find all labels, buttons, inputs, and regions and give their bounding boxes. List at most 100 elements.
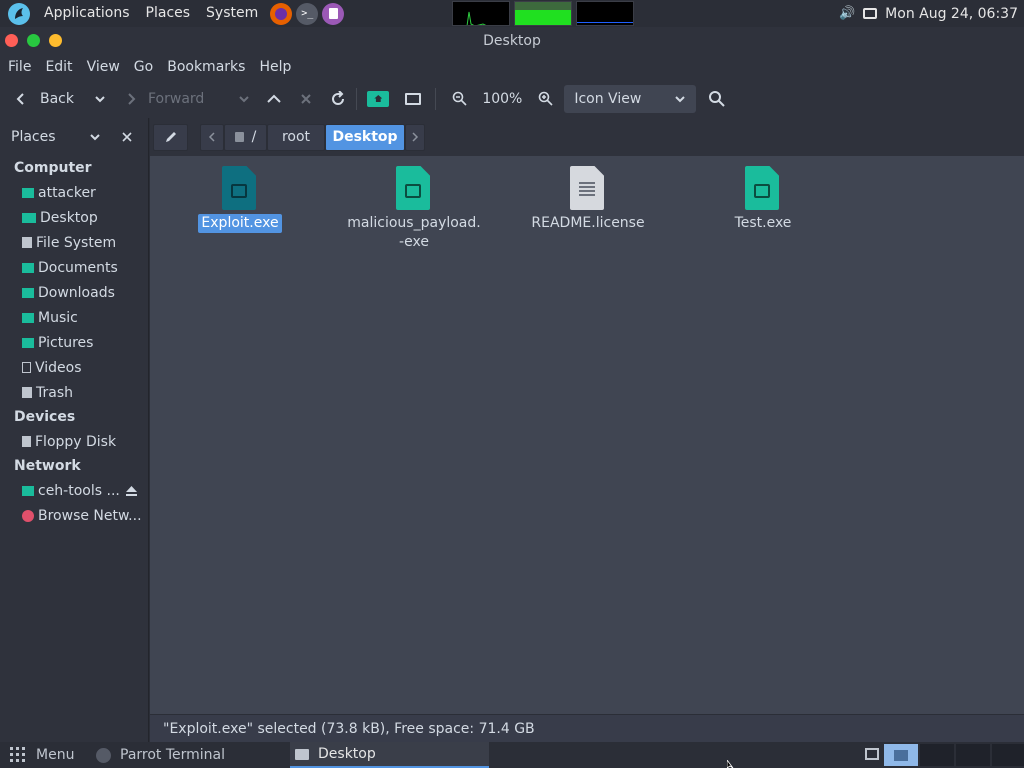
search-icon <box>709 91 726 107</box>
back-button[interactable]: Back <box>0 84 80 114</box>
music-folder-icon <box>22 312 34 323</box>
sidebar-item-label: Floppy Disk <box>35 433 117 450</box>
home-button[interactable] <box>361 84 395 114</box>
close-button[interactable] <box>5 34 18 47</box>
display-icon[interactable] <box>863 8 878 19</box>
sidebar-item-downloads[interactable]: Downloads <box>0 280 148 305</box>
apps-grid-icon <box>10 747 25 762</box>
sidebar-item-desktop[interactable]: Desktop <box>0 205 148 230</box>
window-titlebar[interactable]: Desktop <box>0 27 1024 54</box>
menu-view[interactable]: View <box>80 54 127 80</box>
sidebar-item-file-system[interactable]: File System <box>0 230 148 255</box>
close-sidebar-icon[interactable] <box>122 132 132 142</box>
sidebar-item-pictures[interactable]: Pictures <box>0 330 148 355</box>
reload-button[interactable] <box>324 84 352 114</box>
arrow-left-icon <box>16 93 24 105</box>
close-icon <box>301 94 312 104</box>
sidebar-item-videos[interactable]: Videos <box>0 355 148 380</box>
zoom-in-button[interactable] <box>532 84 560 114</box>
path-segment-root-fs[interactable]: / <box>224 123 267 151</box>
menu-bookmarks[interactable]: Bookmarks <box>160 54 252 80</box>
menu-button[interactable]: Menu <box>10 742 74 768</box>
sidebar-item-label: Desktop <box>40 209 98 226</box>
eject-icon[interactable] <box>126 486 137 496</box>
terminal-icon[interactable]: >_ <box>296 2 319 25</box>
volume-icon[interactable]: 🔊 <box>839 6 855 21</box>
workspace-2[interactable] <box>884 744 918 766</box>
path-scroll-left-button[interactable] <box>200 123 224 151</box>
path-segment-desktop[interactable]: Desktop <box>325 123 405 151</box>
sidebar-item-documents[interactable]: Documents <box>0 255 148 280</box>
executable-file-icon <box>394 166 434 212</box>
sidebar-item-label: ceh-tools ... <box>38 482 120 499</box>
sidebar-item-attacker[interactable]: attacker <box>0 180 148 205</box>
network-monitor-graph[interactable] <box>576 1 635 26</box>
file-item[interactable]: Test.exe <box>688 166 838 233</box>
menu-go[interactable]: Go <box>127 54 160 80</box>
maximize-button[interactable] <box>27 34 40 47</box>
workspace-3[interactable] <box>920 744 954 766</box>
taskbar-item-desktop[interactable]: Desktop <box>290 742 489 768</box>
folder-icon <box>295 748 309 760</box>
sidebar-item-ceh-tools[interactable]: ceh-tools ... <box>0 478 148 503</box>
file-item[interactable]: malicious_payload.-exe <box>339 166 489 252</box>
menu-edit[interactable]: Edit <box>38 54 79 80</box>
applications-menu[interactable]: Applications <box>36 0 138 27</box>
sidebar-item-label: File System <box>36 234 117 251</box>
home-folder-icon <box>22 187 34 198</box>
clock[interactable]: Mon Aug 24, 06:37 <box>885 6 1018 22</box>
taskbar-item-label: Parrot Terminal <box>120 747 226 763</box>
workspace-5[interactable] <box>992 744 1024 766</box>
file-item[interactable]: README.license <box>513 166 663 233</box>
sidebar-item-trash[interactable]: Trash <box>0 380 148 405</box>
workspace-switcher[interactable] <box>862 744 1024 766</box>
mouse-cursor-icon <box>727 760 734 768</box>
bottom-panel: Menu Parrot Terminal Desktop <box>0 742 1024 768</box>
text-editor-icon[interactable] <box>322 2 345 25</box>
path-segment-label: Desktop <box>332 129 398 145</box>
sidebar-item-label: Downloads <box>38 284 115 301</box>
computer-button[interactable] <box>399 84 427 114</box>
memory-monitor-graph[interactable] <box>514 1 573 26</box>
chevron-down-icon[interactable] <box>89 131 101 143</box>
system-menu[interactable]: System <box>198 0 266 27</box>
floppy-icon <box>22 436 31 447</box>
sidebar-section-computer: Computer <box>14 160 92 176</box>
zoom-level[interactable]: 100% <box>482 91 522 107</box>
toggle-location-button[interactable] <box>153 123 188 151</box>
firefox-icon[interactable] <box>270 2 293 25</box>
menu-help[interactable]: Help <box>252 54 298 80</box>
toolbar-separator <box>435 88 437 110</box>
cpu-monitor-graph[interactable] <box>452 1 511 26</box>
parrot-logo-icon[interactable] <box>8 2 30 25</box>
sidebar-item-browse-network[interactable]: Browse Netw... <box>0 503 148 528</box>
file-name: Test.exe <box>734 215 792 231</box>
file-item[interactable]: Exploit.exe <box>165 166 315 233</box>
back-history-dropdown[interactable] <box>88 84 112 114</box>
reload-icon <box>332 91 345 105</box>
chevron-up-icon <box>267 94 282 103</box>
zoom-out-button[interactable] <box>446 84 474 114</box>
up-button[interactable] <box>260 84 288 114</box>
workspace-1-icon[interactable] <box>862 744 882 764</box>
forward-history-dropdown[interactable] <box>232 84 256 114</box>
chevron-down-icon <box>95 96 105 103</box>
stop-button[interactable] <box>294 84 318 114</box>
view-mode-label: Icon View <box>574 91 642 107</box>
path-segment-root[interactable]: root <box>267 123 325 151</box>
taskbar-item-terminal[interactable]: Parrot Terminal <box>96 742 225 768</box>
sidebar-item-floppy-disk[interactable]: Floppy Disk <box>0 429 148 454</box>
minimize-button[interactable] <box>49 34 62 47</box>
window-title: Desktop <box>483 32 541 49</box>
workspace-4[interactable] <box>956 744 990 766</box>
sidebar-item-music[interactable]: Music <box>0 305 148 330</box>
forward-button[interactable]: Forward <box>118 84 210 114</box>
view-mode-select[interactable]: Icon View <box>564 85 697 113</box>
menu-file[interactable]: File <box>1 54 38 80</box>
path-scroll-right-button[interactable] <box>405 123 425 151</box>
sidebar-pane-select[interactable]: Places <box>11 129 56 145</box>
search-button[interactable] <box>702 84 732 114</box>
file-view[interactable]: Exploit.exe malicious_payload.-exe READM… <box>150 156 1024 714</box>
places-menu[interactable]: Places <box>138 0 199 27</box>
file-name: malicious_payload.-exe <box>347 215 481 250</box>
